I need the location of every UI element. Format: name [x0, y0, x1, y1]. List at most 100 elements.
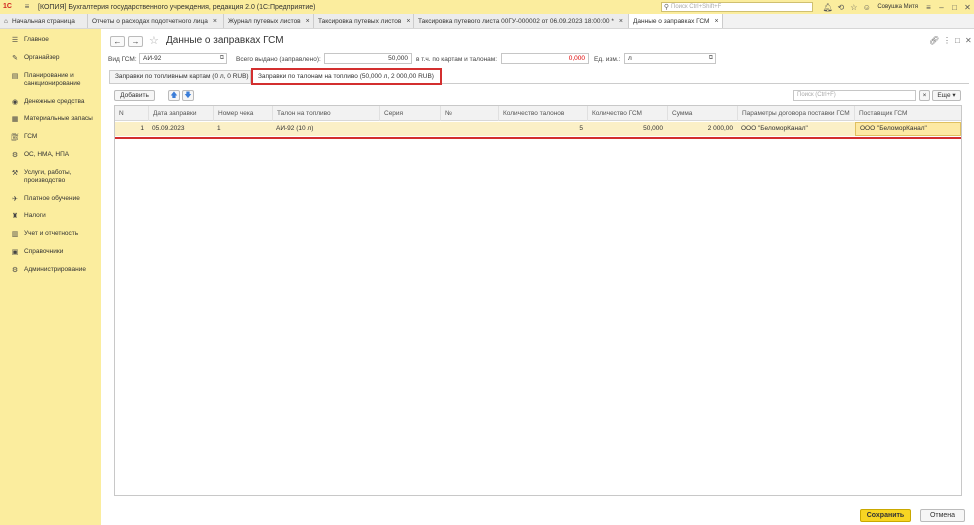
open-link-icon[interactable]: ⧉	[220, 54, 224, 63]
menu-icon: ☰	[11, 37, 19, 44]
total-issued-field[interactable]: 50,000	[324, 53, 412, 64]
tab-home[interactable]: ⌂ Начальная страница	[0, 14, 88, 28]
sidebar-item-services[interactable]: ⚒ Услуги, работы, производство	[0, 169, 101, 185]
tab-divider	[109, 83, 969, 84]
cards-coupons-field[interactable]: 0,000	[501, 53, 589, 64]
col-refill-date[interactable]: Дата заправки	[148, 106, 213, 121]
bell-icon[interactable]: 🔔︎	[821, 3, 834, 12]
close-tab-icon[interactable]: ×	[213, 18, 217, 25]
col-contract-params[interactable]: Параметры договора поставки ГСМ	[737, 106, 854, 121]
move-up-icon[interactable]: 🡅	[168, 90, 180, 101]
sidebar-item-main[interactable]: ☰ Главное	[0, 36, 101, 44]
close-icon[interactable]: ✕	[961, 3, 974, 12]
cell-supplier[interactable]: ООО "БеломорКанал"	[855, 122, 961, 136]
sidebar-item-label: ГСМ	[24, 133, 38, 140]
open-link-icon[interactable]: ⧉	[709, 54, 713, 63]
col-coupon-count[interactable]: Количество талонов	[498, 106, 587, 121]
global-search-input[interactable]: ⚲ Поиск Ctrl+Shift+F	[661, 2, 813, 12]
menu-lines-icon[interactable]: ≡	[922, 3, 935, 12]
sidebar: ☰ Главное ✎ Органайзер ▤ Планирование и …	[0, 29, 101, 525]
list-search-input[interactable]: Поиск (Ctrl+F)	[793, 90, 916, 101]
sidebar-item-reports[interactable]: ▥ Учет и отчетность	[0, 230, 101, 238]
sidebar-item-organizer[interactable]: ✎ Органайзер	[0, 54, 101, 62]
sidebar-item-planning[interactable]: ▤ Планирование и санкционирование	[0, 72, 101, 88]
col-fuel-coupon[interactable]: Талон на топливо	[272, 106, 379, 121]
save-button[interactable]: Сохранить	[860, 509, 911, 522]
cell-receipt-number[interactable]: 1	[213, 122, 272, 136]
more-button[interactable]: Еще ▾	[932, 90, 961, 101]
tab-fuel-cards[interactable]: Заправки по топливным картам (0 л, 0 RUB…	[109, 70, 251, 84]
tab-label: Данные о заправках ГСМ	[633, 17, 710, 25]
tab-waybill-journal[interactable]: Журнал путевых листов ×	[224, 14, 314, 28]
table-header: N Дата заправки Номер чека Талон на топл…	[115, 106, 961, 121]
more-options-icon[interactable]: ⋮	[943, 36, 951, 45]
page-title: Данные о заправках ГСМ	[166, 35, 284, 46]
cell-refill-date[interactable]: 05.09.2023	[148, 122, 213, 136]
cell-amount[interactable]: 2 000,00	[667, 122, 737, 136]
close-tab-icon[interactable]: ×	[406, 18, 410, 25]
fuel-type-value: АИ-92	[143, 55, 162, 62]
cell-fuel-coupon[interactable]: АИ-92 (10 л)	[272, 122, 379, 136]
unit-field[interactable]: л ⧉	[624, 53, 716, 64]
tab-fuel-refills[interactable]: Данные о заправках ГСМ ×	[629, 14, 723, 28]
tab-label: Журнал путевых листов	[228, 17, 301, 25]
col-series[interactable]: Серия	[379, 106, 440, 121]
clear-search-icon[interactable]: ×	[919, 90, 930, 101]
col-receipt-number[interactable]: Номер чека	[213, 106, 272, 121]
app-logo: 1С	[3, 3, 12, 10]
close-tab-icon[interactable]: ×	[714, 18, 718, 25]
app-title: [КОПИЯ] Бухгалтерия государственного учр…	[38, 3, 316, 11]
star-icon[interactable]: ☆	[847, 3, 860, 12]
maximize-form-icon[interactable]: □	[955, 36, 960, 45]
minimize-icon[interactable]: –	[935, 3, 948, 12]
tab-label: Начальная страница	[11, 17, 75, 25]
sidebar-item-catalogs[interactable]: ▣ Справочники	[0, 248, 101, 256]
cell-series[interactable]	[379, 122, 440, 136]
maximize-icon[interactable]: □	[948, 3, 961, 12]
move-down-icon[interactable]: 🡇	[182, 90, 194, 101]
forward-button[interactable]: →	[128, 36, 143, 47]
sidebar-item-admin[interactable]: ⚙ Администрирование	[0, 266, 101, 274]
col-number[interactable]: №	[440, 106, 498, 121]
home-icon: ⌂	[4, 17, 8, 25]
tab-fuel-coupons[interactable]: Заправки по талонам на топливо (50,000 л…	[251, 68, 442, 85]
close-form-icon[interactable]: ✕	[965, 36, 972, 45]
cell-number[interactable]	[440, 122, 498, 136]
sidebar-item-materials[interactable]: ▦ Материальные запасы	[0, 115, 101, 123]
col-supplier[interactable]: Поставщик ГСМ	[854, 106, 961, 121]
sidebar-item-label: Справочники	[24, 248, 64, 255]
favorite-star-icon[interactable]: ☆	[149, 34, 159, 47]
sidebar-item-fuel[interactable]: ⛽︎ ГСМ	[0, 133, 101, 141]
link-icon[interactable]: 🔗︎	[929, 36, 939, 45]
cell-contract-params[interactable]: ООО "БеломорКанал"	[737, 122, 854, 136]
tab-expense-reports[interactable]: Отчеты о расходах подотчетного лица ×	[88, 14, 224, 28]
user-icon[interactable]: ☺	[860, 3, 873, 12]
fuel-type-label: Вид ГСМ:	[108, 56, 137, 63]
user-name[interactable]: Совушка Митя	[877, 4, 918, 10]
close-tab-icon[interactable]: ×	[619, 18, 623, 25]
cell-coupon-count[interactable]: 5	[498, 122, 587, 136]
add-button[interactable]: Добавить	[114, 90, 155, 101]
assets-icon: ⚙︎	[11, 152, 19, 159]
tab-waybill-taxation-doc[interactable]: Таксировка путевого листа 00ГУ-000002 от…	[414, 14, 629, 28]
materials-icon: ▦	[11, 116, 19, 123]
main-menu-icon[interactable]: ≡	[22, 2, 32, 12]
cell-fuel-quantity[interactable]: 50,000	[587, 122, 667, 136]
col-fuel-quantity[interactable]: Количество ГСМ	[587, 106, 667, 121]
col-amount[interactable]: Сумма	[667, 106, 737, 121]
cancel-button[interactable]: Отмена	[920, 509, 965, 522]
money-icon: ◉	[11, 99, 19, 106]
close-tab-icon[interactable]: ×	[306, 18, 310, 25]
tab-waybill-taxation[interactable]: Таксировка путевых листов ×	[314, 14, 414, 28]
fuel-type-field[interactable]: АИ-92 ⧉	[139, 53, 227, 64]
sidebar-item-money[interactable]: ◉ Денежные средства	[0, 98, 101, 106]
sidebar-item-taxes[interactable]: ♜ Налоги	[0, 212, 101, 220]
sidebar-item-assets[interactable]: ⚙︎ ОС, НМА, НПА	[0, 151, 101, 159]
col-n[interactable]: N	[115, 106, 148, 121]
cell-n[interactable]: 1	[115, 122, 148, 136]
table-row[interactable]: 1 05.09.2023 1 АИ-92 (10 л) 5 50,000 2 0…	[115, 122, 961, 136]
sidebar-item-education[interactable]: ✈ Платное обучение	[0, 195, 101, 203]
title-bar: 1С ≡ [КОПИЯ] Бухгалтерия государственног…	[0, 0, 974, 14]
history-icon[interactable]: ⟲	[834, 3, 847, 12]
back-button[interactable]: ←	[110, 36, 125, 47]
